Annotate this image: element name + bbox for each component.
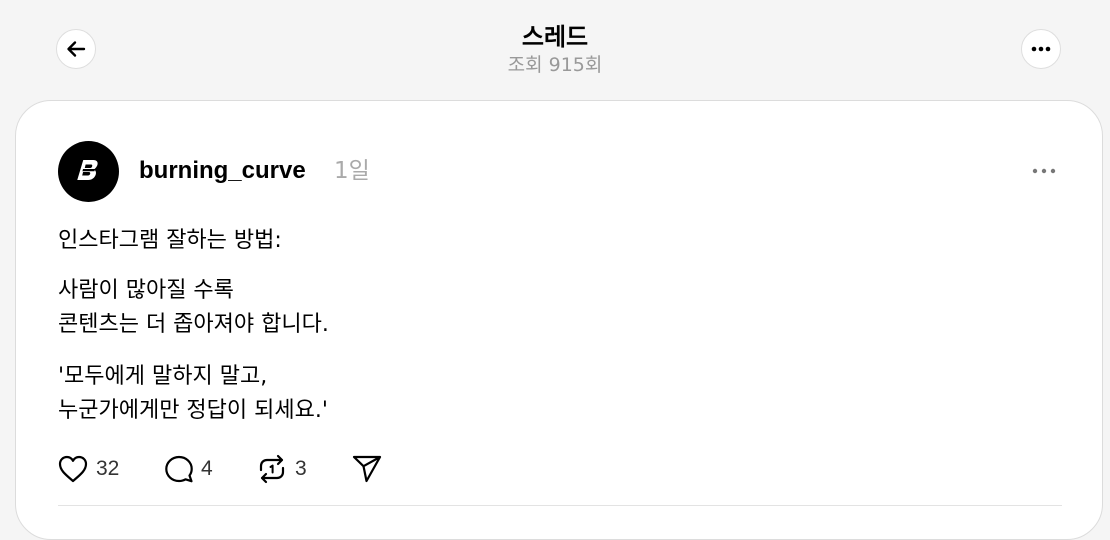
post-text-paragraph: 사람이 많아질 수록 콘텐츠는 더 좁아져야 합니다. <box>58 274 329 342</box>
repost-icon <box>259 454 285 484</box>
repost-button[interactable]: 3 <box>256 453 307 485</box>
more-horizontal-icon <box>1031 46 1051 52</box>
more-horizontal-icon <box>1032 168 1056 174</box>
post-text-line: 사람이 많아질 수록 <box>58 278 234 303</box>
reply-button[interactable]: 4 <box>164 453 213 485</box>
post-text-paragraph: 인스타그램 잘하는 방법: <box>58 224 282 258</box>
post-time: 1일 <box>334 158 370 184</box>
post-text-line: '모두에게 말하지 말고, <box>58 364 268 389</box>
share-button[interactable] <box>351 453 383 485</box>
post-text-line: 누군가에게만 정답이 되세요.' <box>58 398 328 423</box>
page-title: 스레드 <box>521 23 589 51</box>
avatar[interactable] <box>58 141 119 202</box>
divider <box>58 505 1062 506</box>
author-username[interactable]: burning_curve <box>139 156 306 186</box>
comment-icon <box>165 455 193 483</box>
post-text-line: 콘텐츠는 더 좁아져야 합니다. <box>58 312 329 337</box>
heart-icon <box>58 455 88 483</box>
like-button[interactable]: 32 <box>57 453 119 485</box>
reply-count: 4 <box>201 457 213 480</box>
thread-post-card: burning_curve 1일 인스타그램 잘하는 방법: 사람이 많아질 수… <box>15 100 1103 540</box>
like-count: 32 <box>96 457 120 480</box>
send-icon <box>352 455 382 483</box>
view-count: 조회 915회 <box>507 54 603 76</box>
repost-count: 3 <box>295 457 307 480</box>
header-more-button[interactable] <box>1021 29 1061 69</box>
post-text-paragraph: '모두에게 말하지 말고, 누군가에게만 정답이 되세요.' <box>58 360 328 428</box>
brand-logo-icon <box>76 159 98 180</box>
post-more-button[interactable] <box>1029 162 1059 180</box>
post-text-line: 인스타그램 잘하는 방법: <box>58 228 282 253</box>
